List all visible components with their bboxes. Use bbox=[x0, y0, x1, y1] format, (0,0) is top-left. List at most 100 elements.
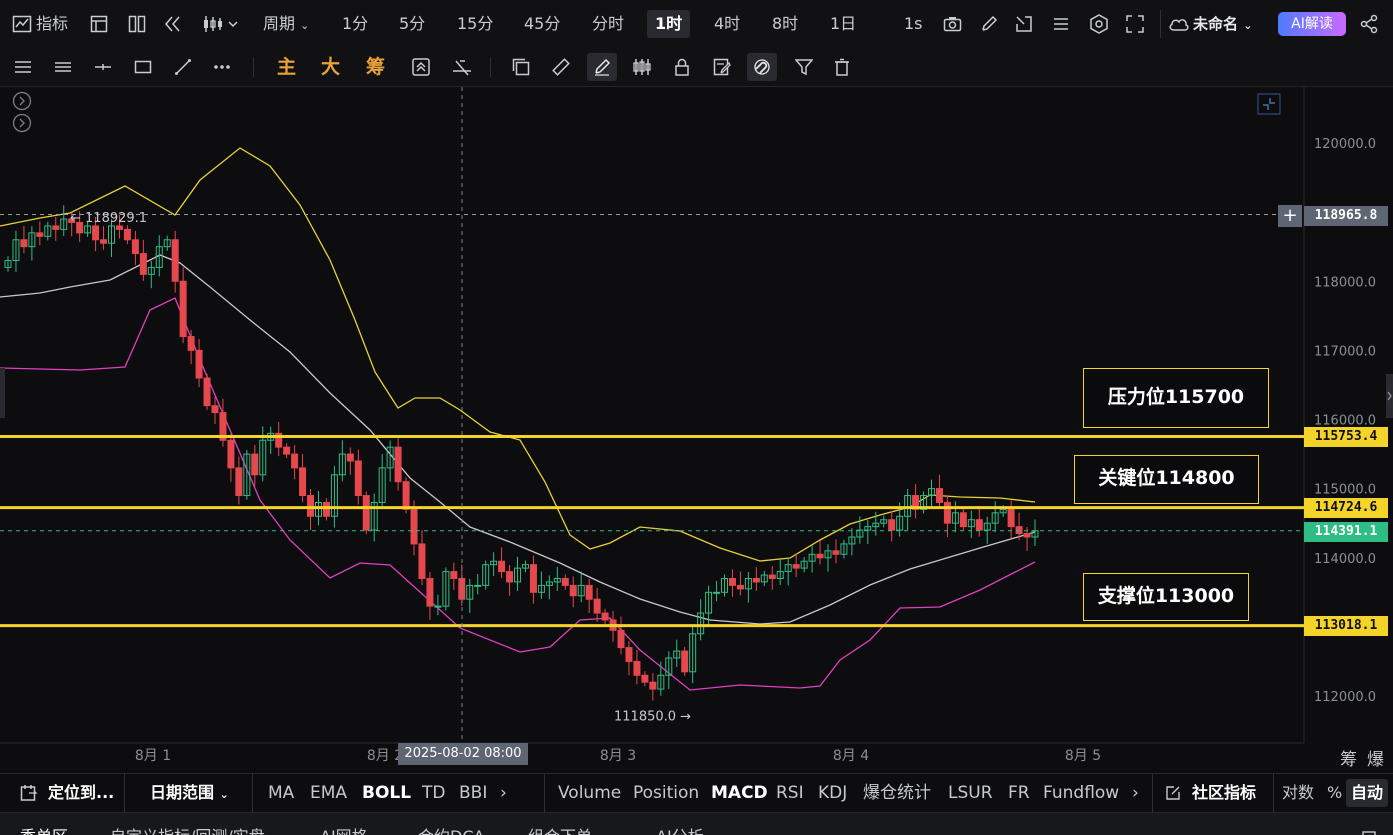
period-dropdown[interactable]: 周期 ⌄ bbox=[263, 0, 309, 48]
trash-icon[interactable] bbox=[834, 58, 850, 80]
locate-to-button[interactable]: 定位到... bbox=[48, 774, 114, 812]
ruler-icon[interactable] bbox=[552, 58, 570, 80]
interval-8h[interactable]: 8时 bbox=[772, 0, 798, 48]
indicator-button[interactable]: 指标 bbox=[36, 0, 68, 48]
share-icon[interactable] bbox=[1359, 14, 1379, 38]
candle-body bbox=[498, 560, 506, 573]
horizontal-lines-icon[interactable] bbox=[14, 59, 32, 79]
indicator-rsi[interactable]: RSI bbox=[776, 774, 804, 812]
interval-1s[interactable]: 1s bbox=[904, 0, 923, 48]
interval-1h[interactable]: 1时 bbox=[647, 10, 691, 38]
add-alert-icon[interactable]: + bbox=[1278, 205, 1302, 227]
rectangle-icon[interactable] bbox=[134, 59, 152, 79]
magnet-icon[interactable] bbox=[747, 53, 777, 81]
key-level-annotation[interactable]: 关键位114800 bbox=[1074, 455, 1259, 504]
cross-line-icon[interactable] bbox=[451, 57, 473, 81]
edit-icon[interactable] bbox=[1165, 785, 1181, 805]
trend-line-icon[interactable] bbox=[174, 58, 192, 80]
percent-scale-toggle[interactable]: % bbox=[1327, 774, 1342, 812]
interval-timeline[interactable]: 分时 bbox=[592, 0, 624, 48]
more-icon[interactable] bbox=[213, 59, 231, 79]
list-icon[interactable] bbox=[1053, 16, 1069, 36]
interval-4h[interactable]: 4时 bbox=[714, 0, 740, 48]
camera-icon[interactable] bbox=[943, 15, 962, 37]
indicator-liquidation[interactable]: 爆仓统计 bbox=[863, 774, 931, 812]
indicator-kdj[interactable]: KDJ bbox=[818, 774, 847, 812]
replay-icon[interactable] bbox=[163, 15, 183, 37]
indicator-fundflow[interactable]: Fundflow bbox=[1043, 774, 1119, 812]
auto-scale-toggle[interactable]: 自动 bbox=[1346, 779, 1389, 807]
split-layout-icon[interactable] bbox=[128, 15, 146, 37]
tab-ai-analysis[interactable]: AI分析 bbox=[656, 823, 704, 835]
indicator-td[interactable]: TD bbox=[422, 774, 445, 812]
y-tick-label: 112000.0 bbox=[1314, 690, 1376, 705]
indicator-fr[interactable]: FR bbox=[1008, 774, 1030, 812]
date-range-dropdown[interactable]: 日期范围 ⌄ bbox=[150, 774, 229, 812]
community-indicators-button[interactable]: 社区指标 bbox=[1192, 774, 1256, 812]
interval-15m[interactable]: 15分 bbox=[457, 0, 493, 48]
candle-type-icon[interactable] bbox=[202, 15, 240, 37]
resistance-annotation[interactable]: 压力位115700 bbox=[1083, 368, 1269, 428]
candle bbox=[179, 267, 187, 344]
chevron-right-icon[interactable]: › bbox=[500, 774, 507, 812]
indicator-macd[interactable]: MACD bbox=[711, 774, 768, 812]
indicator-volume[interactable]: Volume bbox=[558, 774, 621, 812]
right-panel-handle-icon[interactable] bbox=[1386, 374, 1393, 422]
expand-circle-icon[interactable] bbox=[12, 113, 32, 137]
candle-body bbox=[418, 543, 426, 579]
edit-note-icon[interactable] bbox=[713, 58, 731, 80]
cloud-icon[interactable] bbox=[1168, 15, 1190, 37]
locate-icon[interactable] bbox=[20, 784, 38, 806]
interval-5m[interactable]: 5分 bbox=[399, 0, 425, 48]
sync-icon[interactable] bbox=[411, 57, 431, 81]
tab-custom-indicators[interactable]: 自定义指标/回测/实盘 bbox=[110, 823, 265, 835]
brush-icon[interactable] bbox=[587, 53, 617, 81]
candle bbox=[649, 673, 657, 701]
expand-circle-icon[interactable] bbox=[12, 91, 32, 115]
indicator-bbi[interactable]: BBI bbox=[459, 774, 487, 812]
left-panel-handle-icon[interactable] bbox=[0, 368, 5, 422]
lock-icon[interactable] bbox=[674, 58, 690, 80]
minimize-chart-icon[interactable] bbox=[1257, 93, 1281, 119]
tab-combo-order[interactable]: 组合下单 bbox=[528, 823, 592, 835]
copy-icon[interactable] bbox=[512, 58, 530, 80]
ai-analysis-button[interactable]: AI解读 bbox=[1278, 12, 1346, 36]
candle bbox=[139, 239, 147, 281]
log-scale-toggle[interactable]: 对数 bbox=[1282, 774, 1314, 812]
indicator-ema[interactable]: EMA bbox=[310, 774, 347, 812]
candles-icon[interactable] bbox=[632, 58, 652, 80]
liquidation-corner-label[interactable]: 爆 bbox=[1367, 745, 1384, 770]
indicator-ma[interactable]: MA bbox=[268, 774, 294, 812]
main-chart-toggle[interactable]: 主 bbox=[277, 48, 296, 86]
tab-ai-grid[interactable]: AI网格 bbox=[320, 823, 368, 835]
indicator-lsur[interactable]: LSUR bbox=[948, 774, 993, 812]
fullscreen-icon[interactable] bbox=[1126, 15, 1144, 37]
big-order-toggle[interactable]: 大 bbox=[321, 48, 340, 86]
interval-1m[interactable]: 1分 bbox=[342, 0, 368, 48]
candle bbox=[20, 225, 28, 254]
layout-name-dropdown[interactable]: 未命名 ⌄ bbox=[1193, 0, 1252, 48]
candle-body bbox=[92, 225, 100, 241]
popout-icon[interactable] bbox=[1015, 15, 1033, 37]
tab-orders[interactable]: 委单区 bbox=[20, 823, 68, 835]
filter-icon[interactable] bbox=[794, 58, 814, 80]
indicator-icon[interactable] bbox=[12, 14, 32, 38]
candle-body bbox=[752, 577, 760, 583]
divider bbox=[252, 774, 253, 812]
chevron-right-icon[interactable]: › bbox=[1132, 774, 1139, 812]
chip-distribution-toggle[interactable]: 筹 bbox=[366, 48, 385, 86]
tab-contract-dca[interactable]: 合约DCA bbox=[418, 823, 484, 835]
candle-body bbox=[115, 225, 123, 230]
template-icon[interactable] bbox=[90, 15, 108, 37]
pencil-icon[interactable] bbox=[980, 15, 998, 37]
interval-1d[interactable]: 1日 bbox=[830, 0, 856, 48]
interval-45m[interactable]: 45分 bbox=[524, 0, 560, 48]
parallel-lines-icon[interactable] bbox=[54, 59, 72, 79]
indicator-position[interactable]: Position bbox=[633, 774, 699, 812]
indicator-boll[interactable]: BOLL bbox=[362, 774, 411, 812]
horizontal-line-icon[interactable] bbox=[94, 59, 112, 79]
candle-body bbox=[394, 446, 402, 483]
chip-corner-label[interactable]: 筹 bbox=[1340, 745, 1357, 770]
support-annotation[interactable]: 支撑位113000 bbox=[1083, 573, 1249, 621]
settings-icon[interactable] bbox=[1089, 14, 1109, 38]
